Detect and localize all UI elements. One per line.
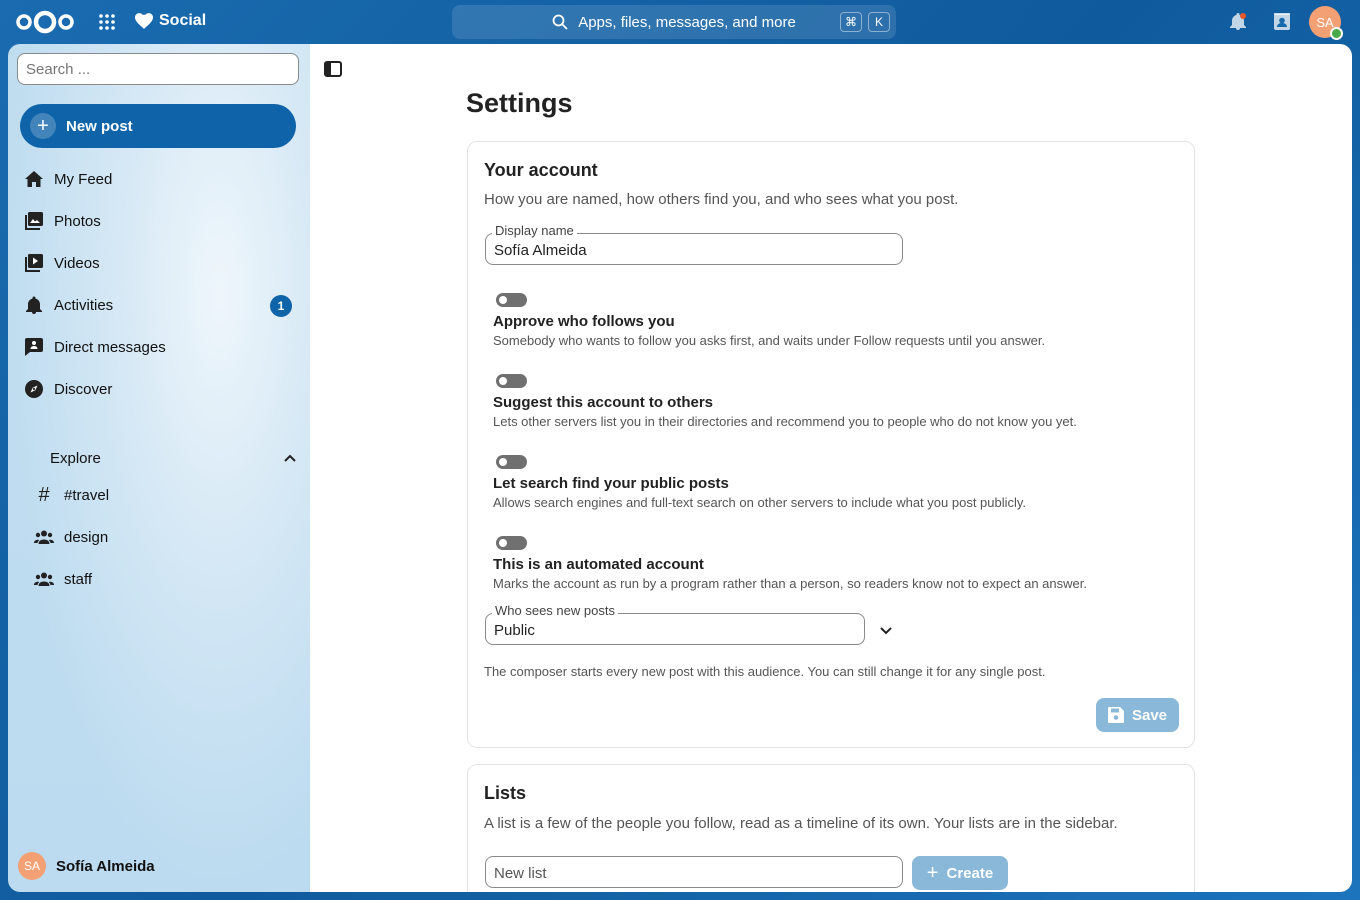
compass-icon <box>24 379 44 399</box>
sidebar-item-label: Photos <box>54 212 101 230</box>
lists-card: Lists A list is a few of the people you … <box>467 764 1195 892</box>
explore-section-toggle[interactable]: Explore <box>50 448 300 468</box>
bell-icon <box>24 295 44 315</box>
save-icon <box>1107 707 1124 723</box>
section-description: A list is a few of the people you follow… <box>484 815 1118 832</box>
sidebar-item-label: Direct messages <box>54 338 166 356</box>
avatar: SA <box>18 852 46 880</box>
apps-grid-icon[interactable] <box>98 13 116 31</box>
approve-followers-switch[interactable] <box>496 293 527 307</box>
option-description: Somebody who wants to follow you asks fi… <box>493 333 1046 348</box>
sidebar-item-photos[interactable]: Photos <box>20 203 300 239</box>
option-title: This is an automated account <box>493 556 704 573</box>
user-avatar[interactable]: SA <box>1309 6 1343 40</box>
option-description: Allows search engines and full-text sear… <box>493 495 1027 510</box>
new-list-placeholder: New list <box>494 865 547 882</box>
create-list-button[interactable]: + Create <box>912 856 1008 890</box>
sidebar-item-label: Videos <box>54 254 100 272</box>
app-navigation: + New post My Feed Photos Videos Activit… <box>8 44 310 892</box>
audience-select[interactable]: Who sees new posts Public <box>485 603 865 645</box>
suggest-account-switch[interactable] <box>496 374 527 388</box>
option-description: Lets other servers list you in their dir… <box>493 414 1077 429</box>
sidebar-item-activities[interactable]: Activities 1 <box>20 287 300 323</box>
explore-section-label: Explore <box>50 449 101 467</box>
sidebar-item-staff[interactable]: staff <box>30 561 310 597</box>
unified-search-button[interactable]: Apps, files, messages, and more ⌘ K <box>452 5 896 39</box>
sidebar-item-videos[interactable]: Videos <box>20 245 300 281</box>
activities-count-badge: 1 <box>270 295 292 317</box>
online-status-icon <box>1330 27 1343 40</box>
sidebar-item-my-feed[interactable]: My Feed <box>20 161 300 197</box>
sidebar-user-profile[interactable]: SA Sofía Almeida <box>18 852 155 880</box>
sidebar-item-direct-messages[interactable]: Direct messages <box>20 329 300 365</box>
app-content: Settings Your account How you are named,… <box>310 44 1352 892</box>
app-name[interactable]: Social <box>135 12 206 30</box>
shortcut-k-key: K <box>868 12 890 32</box>
plus-icon: + <box>926 861 939 884</box>
section-description: How you are named, how others find you, … <box>484 191 959 208</box>
option-description: Marks the account as run by a program ra… <box>493 576 1087 591</box>
chevron-up-icon <box>284 454 296 462</box>
new-post-label: New post <box>66 117 133 135</box>
notifications-bell-icon[interactable] <box>1228 12 1248 32</box>
user-avatar-initials: SA <box>1316 14 1334 30</box>
sidebar-item-design[interactable]: design <box>30 519 310 555</box>
video-icon <box>24 253 44 273</box>
field-value: Sofía Almeida <box>494 242 587 259</box>
sidebar-item-discover[interactable]: Discover <box>20 371 300 407</box>
option-title: Suggest this account to others <box>493 394 714 411</box>
plus-icon: + <box>30 113 56 139</box>
hash-icon: # <box>38 483 50 506</box>
page-title: Settings <box>466 88 573 118</box>
navigation-search-input[interactable] <box>17 53 299 85</box>
top-bar: Social Apps, files, messages, and more ⌘… <box>0 0 1360 44</box>
shortcut-cmd-key: ⌘ <box>840 12 862 32</box>
message-icon <box>24 337 44 357</box>
nextcloud-logo-icon[interactable] <box>14 8 76 36</box>
account-settings-card: Your account How you are named, how othe… <box>467 141 1195 748</box>
new-list-input[interactable]: New list <box>485 856 903 888</box>
home-icon <box>24 169 44 189</box>
sidebar-item-label: staff <box>64 570 93 588</box>
display-name-field[interactable]: Display name Sofía Almeida <box>485 223 903 265</box>
unified-search-placeholder: Apps, files, messages, and more <box>578 13 796 31</box>
group-icon <box>34 527 54 547</box>
option-title: Approve who follows you <box>493 313 675 330</box>
field-label: Who sees new posts <box>492 603 618 618</box>
sidebar-user-name: Sofía Almeida <box>56 857 155 875</box>
new-post-button[interactable]: + New post <box>20 104 296 148</box>
create-label: Create <box>946 864 994 882</box>
sidebar-item-label: Activities <box>54 296 114 314</box>
section-title: Lists <box>484 783 527 803</box>
app-name-label: Social <box>159 12 207 29</box>
searchable-posts-switch[interactable] <box>496 455 527 469</box>
chevron-down-icon[interactable] <box>879 626 893 636</box>
save-button[interactable]: Save <box>1096 698 1179 732</box>
sidebar-item-travel[interactable]: # #travel <box>30 477 310 513</box>
toggle-sidebar-icon[interactable] <box>324 61 342 77</box>
heart-icon <box>135 13 153 29</box>
field-label: Display name <box>492 223 577 238</box>
sidebar-item-label: #travel <box>64 486 110 504</box>
save-label: Save <box>1131 706 1168 724</box>
option-title: Let search find your public posts <box>493 475 729 492</box>
search-icon <box>552 14 568 30</box>
image-icon <box>24 211 44 231</box>
automated-account-switch[interactable] <box>496 536 527 550</box>
audience-help-text: The composer starts every new post with … <box>484 664 1046 679</box>
sidebar-item-label: My Feed <box>54 170 113 188</box>
group-icon <box>34 569 54 589</box>
section-title: Your account <box>484 160 598 180</box>
sidebar-item-label: design <box>64 528 109 546</box>
contacts-icon[interactable] <box>1272 12 1292 32</box>
sidebar-item-label: Discover <box>54 380 113 398</box>
field-value: Public <box>494 622 535 639</box>
